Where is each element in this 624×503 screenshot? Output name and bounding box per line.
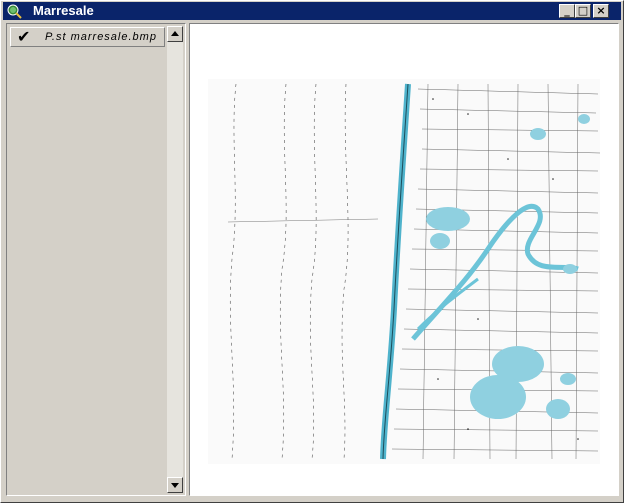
- minimize-button[interactable]: _: [559, 4, 575, 18]
- map-raster-image: [208, 79, 600, 464]
- close-icon: ×: [596, 4, 606, 17]
- maximize-button[interactable]: □: [575, 4, 591, 18]
- magnifier-globe-icon: [7, 4, 22, 19]
- maximize-icon: □: [577, 4, 589, 17]
- window-title: Marresale: [33, 3, 94, 18]
- map-view[interactable]: [189, 23, 619, 496]
- minimize-icon: _: [564, 4, 570, 17]
- layer-item[interactable]: ✔ P.st marresale.bmp: [10, 27, 165, 47]
- layer-visibility-checkbox[interactable]: ✔: [17, 29, 30, 45]
- scroll-up-button[interactable]: [167, 26, 183, 42]
- close-button[interactable]: ×: [593, 4, 609, 18]
- arrow-down-icon: [171, 483, 179, 488]
- arrow-up-icon: [171, 31, 179, 36]
- layer-name: P.st marresale.bmp: [45, 31, 157, 43]
- app-window: Marresale _ □ × ✔ P.st marresale.bmp: [0, 0, 624, 503]
- scroll-down-button[interactable]: [167, 477, 183, 493]
- title-bar[interactable]: Marresale _ □ ×: [3, 2, 621, 20]
- table-of-contents: ✔ P.st marresale.bmp: [6, 23, 186, 496]
- vertical-scrollbar[interactable]: [167, 26, 183, 493]
